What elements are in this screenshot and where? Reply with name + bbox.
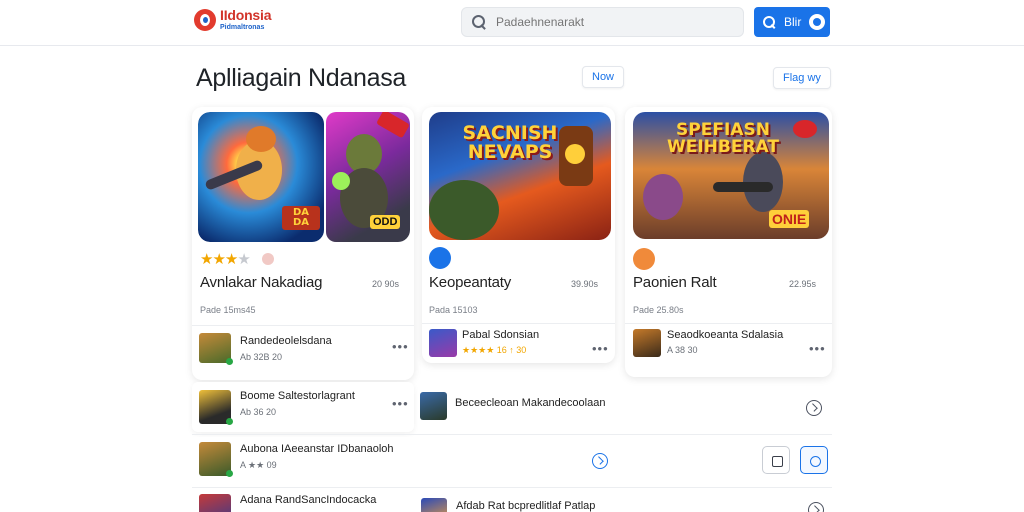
app-banner-image: SACNISH NEVAPS — [429, 112, 611, 240]
flag-icon — [262, 253, 274, 265]
install-button[interactable] — [800, 446, 828, 474]
app-thumbnail — [420, 392, 447, 420]
game-art-tag: ONIE — [769, 210, 810, 228]
account-icon — [809, 14, 826, 30]
download-button[interactable] — [808, 502, 824, 512]
page-title: Aplliagain Ndanasa — [196, 64, 407, 92]
details-button[interactable] — [762, 446, 790, 474]
flag-filter-button[interactable]: Flag wy — [773, 67, 831, 89]
logo-icon — [194, 8, 216, 31]
related-app-title[interactable]: Pabal Sdonsian — [462, 329, 539, 341]
logo-title: IIdonsia — [220, 7, 272, 23]
search-input[interactable] — [496, 15, 726, 29]
app-subtitle: Pade 25.80s — [633, 305, 684, 315]
app-thumbnail — [421, 498, 447, 512]
app-name: Avnlakar Nakadiag — [200, 274, 323, 291]
app-icon — [429, 247, 451, 269]
corner-badge — [376, 112, 410, 139]
app-name: Keopeantaty — [429, 274, 512, 291]
app-meta: 39.90s — [571, 279, 599, 289]
related-app-title[interactable]: Randedeolelsdana — [240, 335, 332, 347]
app-subtitle: Pade 15ms45 — [200, 305, 256, 315]
related-app-meta: Ab 32B 20 — [240, 352, 283, 362]
list-item[interactable]: Beceecleoan Makandecoolaan — [420, 388, 832, 428]
list-item-title: Afdab Rat bcpredlitlaf Patlap — [456, 500, 596, 512]
list-item[interactable]: Boome Saltestorlagrant Ab 36 20 ••• — [192, 382, 414, 432]
site-logo[interactable]: IIdonsia Pidmaltronas — [194, 8, 271, 31]
search-button[interactable]: Blir — [754, 7, 830, 37]
app-name: Paonien Ralt — [633, 274, 717, 291]
app-thumbnail — [633, 329, 661, 357]
list-item[interactable]: Aubona IAeeanstar IDbanaoloh A ★★ 09 — [192, 437, 832, 485]
list-item-title: Boome Saltestorlagrant — [240, 390, 355, 402]
related-app-meta: A 38 30 — [667, 345, 698, 355]
game-art-text: DA DA — [282, 206, 320, 230]
app-meta: 20 90s — [372, 279, 400, 289]
app-card[interactable]: DA DA ODD ★★★★ Avnlakar Nakadiag 20 90s … — [192, 107, 414, 380]
game-art-text: SPEFIASN WEIHBERAT — [666, 120, 779, 157]
search-button-label: Blir — [784, 15, 802, 29]
related-app-meta: ★★★★ 16 ↑ 30 — [462, 345, 527, 355]
more-options-icon[interactable]: ••• — [592, 341, 609, 356]
top-bar: IIdonsia Pidmaltronas Blir — [0, 0, 1024, 46]
list-item-title: Beceecleoan Makandecoolaan — [455, 397, 606, 409]
download-button[interactable] — [806, 400, 822, 416]
list-item[interactable]: Adana RandSancIndocacka Afdab Rat bcpred… — [192, 490, 832, 512]
app-card[interactable]: SPEFIASN WEIHBERAT ONIE Paonien Ralt 22.… — [625, 107, 832, 377]
search-icon — [472, 15, 486, 29]
app-banner-image: DA DA ODD — [198, 112, 410, 242]
app-thumbnail — [429, 329, 457, 357]
more-options-icon[interactable]: ••• — [392, 339, 409, 354]
app-meta: 22.95s — [789, 279, 817, 289]
download-button[interactable] — [592, 453, 608, 469]
list-item-title: Adana RandSancIndocacka — [240, 494, 377, 506]
app-banner-image: SPEFIASN WEIHBERAT ONIE — [633, 112, 829, 239]
related-app-title[interactable]: Seaodkoeanta Sdalasia — [667, 329, 783, 341]
app-card[interactable]: SACNISH NEVAPS Keopeantaty 39.90s Pada 1… — [422, 107, 615, 363]
rating-stars: ★★★★ — [200, 251, 251, 268]
corner-badge — [793, 120, 817, 138]
more-options-icon[interactable]: ••• — [392, 396, 409, 411]
list-item-meta: A ★★ 09 — [240, 460, 277, 470]
list-item-meta: Ab 36 20 — [240, 407, 277, 417]
logo-subtitle: Pidmaltronas — [220, 24, 265, 31]
search-bar[interactable] — [461, 7, 744, 37]
game-art-text: SACNISH NEVAPS — [462, 122, 558, 163]
game-art-tag: ODD — [370, 215, 401, 229]
more-options-icon[interactable]: ••• — [809, 341, 826, 356]
app-icon — [633, 248, 655, 270]
new-filter-button[interactable]: Now — [582, 66, 625, 88]
list-item-title: Aubona IAeeanstar IDbanaoloh — [240, 443, 394, 455]
app-thumbnail — [199, 494, 231, 512]
app-subtitle: Pada 15103 — [429, 305, 478, 315]
search-icon — [763, 15, 776, 29]
